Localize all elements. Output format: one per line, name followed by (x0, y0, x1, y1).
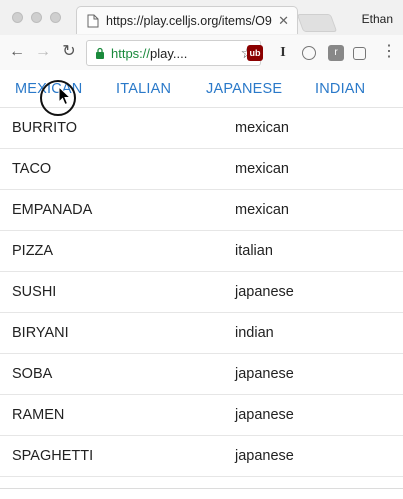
tab-close-icon[interactable]: ✕ (278, 13, 289, 29)
url-secure: https:// (111, 45, 151, 61)
item-cuisine: italian (235, 243, 273, 259)
close-window-button[interactable] (12, 12, 23, 23)
new-tab-button[interactable] (296, 14, 338, 32)
item-name: SPAGHETTI (12, 448, 94, 464)
address-bar[interactable]: https://play.... ☆ (86, 40, 261, 66)
nav-link-italian[interactable]: ITALIAN (116, 81, 171, 97)
table-row: BIRYANI indian (0, 313, 403, 354)
item-name: RAMEN (12, 407, 65, 423)
lock-icon (96, 47, 104, 59)
item-name: SOBA (12, 366, 53, 382)
table-row: SOBA japanese (0, 354, 403, 395)
minimize-window-button[interactable] (31, 12, 42, 23)
table-row: PIZZA italian (0, 231, 403, 272)
item-cuisine: mexican (235, 202, 289, 218)
mouse-pointer-icon (58, 86, 72, 106)
r-extension-icon[interactable]: r (328, 45, 344, 61)
circle-extension-icon[interactable] (302, 46, 316, 60)
item-cuisine: japanese (235, 284, 294, 300)
page-content: MEXICAN ITALIAN JAPANESE INDIAN BURRITO … (0, 70, 403, 488)
browser-menu-icon[interactable]: ⋮ (381, 43, 397, 61)
item-name: PIZZA (12, 243, 54, 259)
nav-link-japanese[interactable]: JAPANESE (206, 81, 282, 97)
item-name: BIRYANI (12, 325, 69, 341)
maximize-window-button[interactable] (50, 12, 61, 23)
url-ellipsis: ... (176, 45, 188, 61)
item-name: BURRITO (12, 120, 77, 136)
browser-toolbar: ← → ↻ https://play.... ☆ ub I r ⋮ (0, 35, 403, 70)
table-row: EMPANADA mexican (0, 190, 403, 231)
url-host: play. (150, 45, 177, 61)
item-name: EMPANADA (12, 202, 93, 218)
profile-name[interactable]: Ethan (362, 12, 393, 26)
ublock-extension-icon[interactable]: ub (247, 45, 263, 61)
back-arrow-icon[interactable]: ← (8, 43, 26, 61)
items-table: BURRITO mexican TACO mexican EMPANADA me… (0, 108, 403, 477)
item-cuisine: japanese (235, 448, 294, 464)
box-extension-icon[interactable] (353, 47, 366, 60)
table-row: BURRITO mexican (0, 108, 403, 149)
item-cuisine: mexican (235, 120, 289, 136)
item-cuisine: japanese (235, 366, 294, 382)
tab-title: https://play.celljs.org/items/O9 (106, 13, 272, 28)
item-cuisine: japanese (235, 407, 294, 423)
forward-arrow-icon[interactable]: → (34, 43, 52, 61)
item-name: TACO (12, 161, 52, 177)
window-bottom-edge (0, 488, 403, 499)
item-cuisine: mexican (235, 161, 289, 177)
browser-chrome: https://play.celljs.org/items/O9 ✕ Ethan… (0, 0, 403, 70)
reload-icon[interactable]: ↻ (60, 43, 78, 61)
item-name: SUSHI (12, 284, 57, 300)
window-controls (12, 12, 61, 23)
table-row: TACO mexican (0, 149, 403, 190)
item-cuisine: indian (235, 325, 274, 341)
table-row: SPAGHETTI japanese (0, 436, 403, 477)
browser-tab[interactable]: https://play.celljs.org/items/O9 ✕ (76, 6, 298, 34)
nav-link-indian[interactable]: INDIAN (315, 81, 365, 97)
page-icon (87, 14, 99, 27)
table-row: SUSHI japanese (0, 272, 403, 313)
url-text: https://play.... (111, 46, 187, 61)
table-row: RAMEN japanese (0, 395, 403, 436)
instapaper-extension-icon[interactable]: I (275, 45, 291, 61)
